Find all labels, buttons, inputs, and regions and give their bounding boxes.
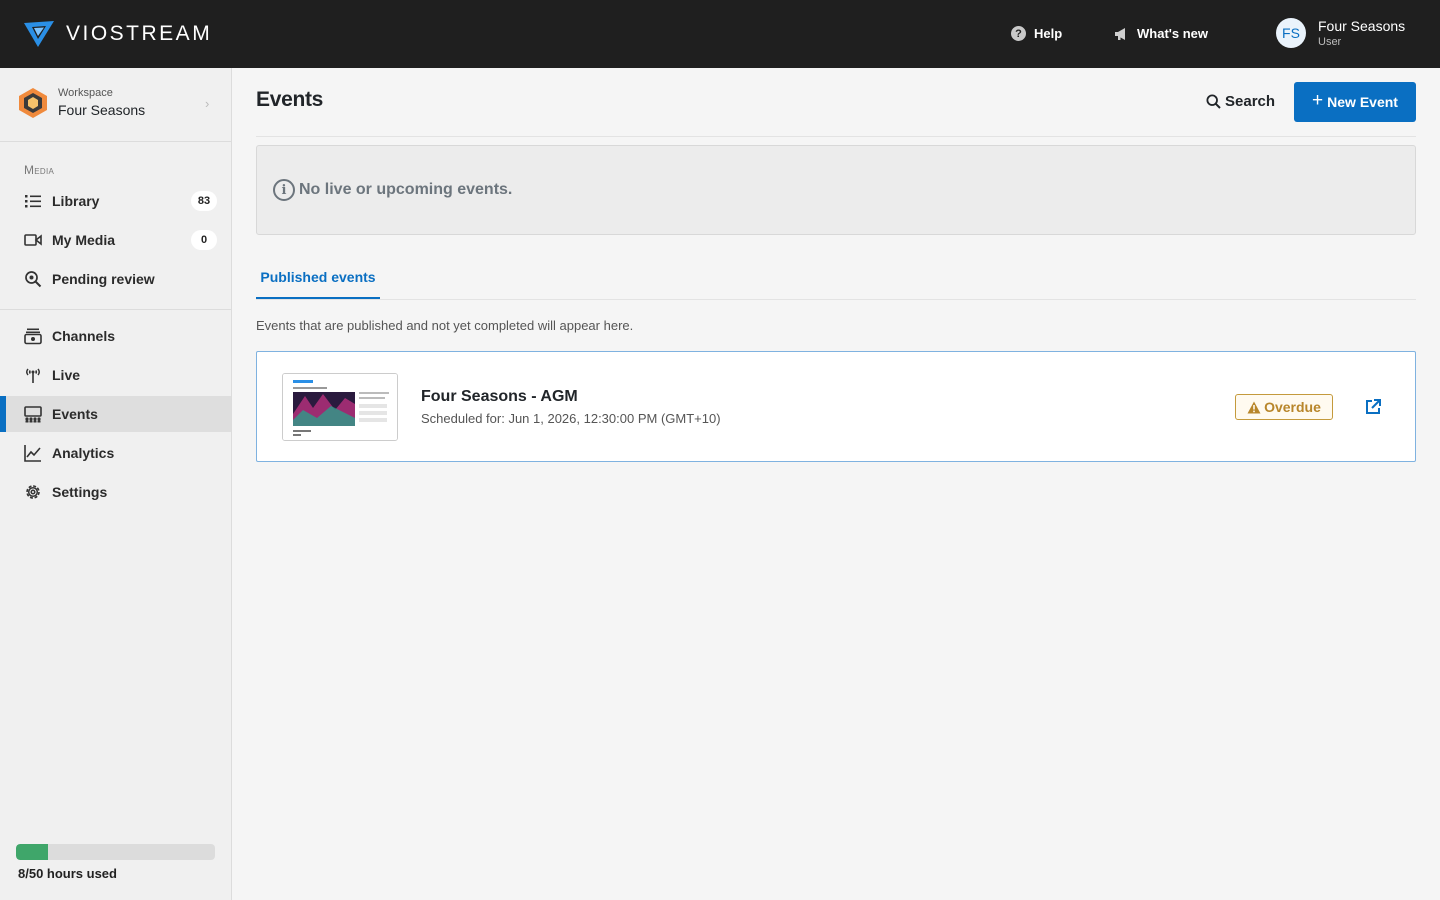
whats-new-label: What's new [1137,26,1208,41]
event-schedule: Scheduled for: Jun 1, 2026, 12:30:00 PM … [421,411,721,426]
chart-icon [24,445,41,462]
search-label: Search [1225,93,1276,110]
sidebar-item-live[interactable]: Live [0,357,231,393]
usage-progress-fill [16,844,48,860]
tab-description: Events that are published and not yet co… [256,318,634,333]
workspace-name: Four Seasons [58,102,146,118]
broadcast-icon [26,368,40,383]
notice-text: No live or upcoming events. [299,181,513,198]
sidebar-item-label: Pending review [52,271,155,287]
sidebar-item-label: Events [52,406,98,422]
event-card[interactable]: Four Seasons - AGM Scheduled for: Jun 1,… [256,351,1416,462]
section-label-media: Media [24,163,55,177]
video-camera-icon [24,234,42,246]
sidebar-item-library[interactable]: Library 83 [0,183,231,219]
header-divider [256,136,1416,137]
top-bar: VIOSTREAM ? Help What's new FS Four Seas… [0,0,1440,68]
search-button[interactable]: Search [1206,93,1275,110]
workspace-logo-icon [19,88,47,118]
help-label: Help [1034,26,1063,41]
megaphone-icon [1115,27,1125,40]
whats-new-link[interactable]: What's new [1114,26,1208,41]
usage-progress-bar [16,844,215,860]
new-event-label: New Event [1327,94,1398,110]
status-label: Overdue [1264,399,1321,415]
event-title[interactable]: Four Seasons - AGM [421,388,578,406]
events-icon [24,406,42,423]
my-media-count-badge: 0 [191,230,217,250]
sidebar-item-label: Settings [52,484,108,500]
tab-published-events[interactable]: Published events [256,262,380,300]
sidebar-item-label: Analytics [52,445,115,461]
sidebar-item-analytics[interactable]: Analytics [0,435,231,471]
user-role: User [1318,36,1342,48]
search-review-icon [25,271,42,288]
sidebar-divider [0,309,231,310]
help-icon: ? [1011,26,1026,41]
sidebar-item-my-media[interactable]: My Media 0 [0,222,231,258]
sidebar-item-events[interactable]: Events [0,396,231,432]
brand-name: VIOSTREAM [66,22,213,45]
user-name: Four Seasons [1318,18,1406,34]
sidebar-item-label: My Media [52,232,116,248]
sidebar-item-settings[interactable]: Settings [0,474,231,510]
viostream-logo-icon [24,21,54,47]
sidebar-item-channels[interactable]: Channels [0,318,231,354]
sidebar-item-label: Channels [52,328,116,344]
plus-icon: + [1312,90,1324,111]
event-thumbnail[interactable] [282,373,398,441]
event-thumbnail-image [283,374,397,440]
no-events-notice: i No live or upcoming events. [256,145,1416,235]
external-link-icon[interactable] [1364,398,1382,416]
search-icon [1206,94,1221,109]
warning-icon [1247,401,1261,413]
sidebar-item-label: Live [52,367,81,383]
channels-icon [24,328,42,345]
tab-divider [256,299,1416,300]
usage-text: 8/50 hours used [18,866,117,881]
page-title: Events [256,88,324,111]
list-icon [25,195,41,208]
workspace-label: Workspace [58,87,113,99]
tab-label: Published events [260,269,376,285]
new-event-button[interactable]: + New Event [1294,82,1416,122]
user-menu[interactable]: FS Four Seasons User [1276,18,1405,48]
gear-icon [26,485,40,499]
brand[interactable]: VIOSTREAM [24,21,212,47]
help-link[interactable]: ? Help [1011,26,1062,41]
workspace-switcher[interactable]: Workspace Four Seasons › [0,68,231,142]
status-badge: Overdue [1235,394,1333,420]
chevron-right-icon: › [205,96,210,111]
avatar: FS [1276,18,1306,48]
info-icon: i [273,179,295,201]
sidebar: Workspace Four Seasons › Media Library 8… [0,68,232,900]
sidebar-item-pending-review[interactable]: Pending review [0,261,231,297]
library-count-badge: 83 [191,191,217,211]
sidebar-item-label: Library [52,193,100,209]
